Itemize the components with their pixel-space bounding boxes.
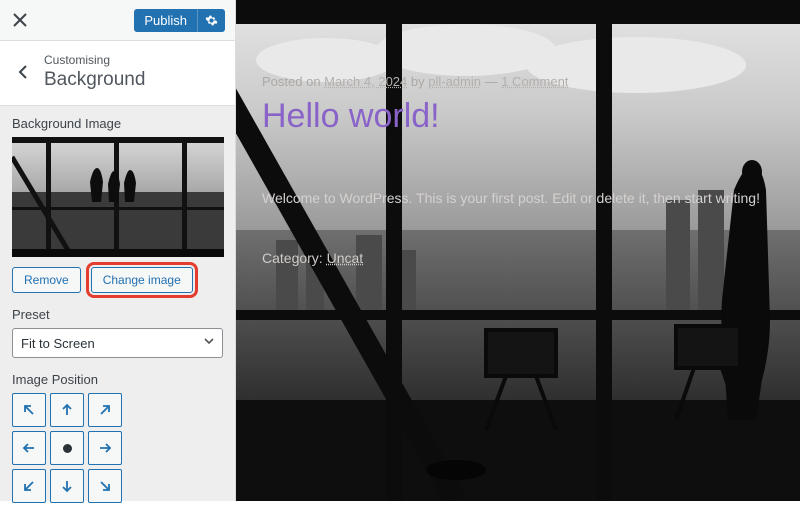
pos-top-left[interactable]	[12, 393, 46, 427]
arrow-right-icon	[97, 440, 113, 456]
close-button[interactable]	[8, 8, 32, 32]
arrow-up-icon	[59, 402, 75, 418]
meta-comments-link[interactable]: 1 Comment	[501, 74, 568, 89]
position-grid	[12, 393, 223, 503]
post-meta: Posted on March 4, 2024 by pll-admin — 1…	[262, 74, 780, 89]
post-content: Posted on March 4, 2024 by pll-admin — 1…	[262, 74, 780, 266]
pos-bottom-right[interactable]	[88, 469, 122, 503]
pos-left[interactable]	[12, 431, 46, 465]
publish-button[interactable]: Publish	[134, 9, 197, 32]
arrow-down-right-icon	[97, 478, 113, 494]
post-title[interactable]: Hello world!	[262, 97, 780, 136]
arrow-down-left-icon	[21, 478, 37, 494]
sidebar-topbar: Publish	[0, 0, 235, 41]
breadcrumb-small: Customising	[44, 53, 145, 67]
meta-prefix: Posted on	[262, 74, 324, 89]
back-button[interactable]	[14, 63, 32, 81]
bg-image-buttons: Remove Change image	[12, 267, 223, 293]
section-image-position: Image Position	[0, 362, 235, 507]
page-title: Background	[44, 69, 145, 91]
customizer-sidebar: Publish Customising Background Backgroun…	[0, 0, 236, 501]
bg-image-thumbnail[interactable]	[12, 137, 224, 257]
preset-label: Preset	[12, 307, 223, 322]
close-icon	[13, 13, 27, 27]
pos-center[interactable]	[50, 431, 84, 465]
cat-link[interactable]: Uncat	[327, 250, 364, 266]
breadcrumb-row: Customising Background	[0, 41, 235, 106]
breadcrumb: Customising Background	[44, 53, 145, 91]
arrow-up-left-icon	[21, 402, 37, 418]
meta-author-link[interactable]: pll-admin	[428, 74, 481, 89]
chevron-left-icon	[18, 65, 28, 79]
change-image-highlight: Change image	[91, 267, 193, 293]
bg-image-label: Background Image	[12, 116, 223, 131]
image-position-label: Image Position	[12, 372, 223, 387]
preset-select[interactable]: Fit to Screen	[12, 328, 223, 358]
cat-label: Category:	[262, 250, 327, 266]
thumbnail-graphic	[12, 137, 224, 257]
post-body: Welcome to WordPress. This is your first…	[262, 190, 780, 206]
section-background-image: Background Image	[0, 106, 235, 297]
remove-button[interactable]: Remove	[12, 267, 81, 293]
pos-bottom[interactable]	[50, 469, 84, 503]
meta-by: by	[407, 74, 428, 89]
meta-date-link[interactable]: March 4, 2024	[324, 74, 407, 89]
gear-icon	[205, 14, 218, 27]
pos-top-right[interactable]	[88, 393, 122, 427]
change-image-button[interactable]: Change image	[91, 267, 193, 293]
arrow-left-icon	[21, 440, 37, 456]
pos-bottom-left[interactable]	[12, 469, 46, 503]
arrow-down-icon	[59, 478, 75, 494]
site-preview: Posted on March 4, 2024 by pll-admin — 1…	[236, 0, 800, 501]
section-preset: Preset Fit to Screen	[0, 297, 235, 362]
arrow-up-right-icon	[97, 402, 113, 418]
publish-group: Publish	[134, 9, 225, 32]
pos-right[interactable]	[88, 431, 122, 465]
pos-top[interactable]	[50, 393, 84, 427]
publish-settings-button[interactable]	[197, 9, 225, 32]
post-category: Category: Uncat	[262, 250, 780, 266]
meta-sep: —	[481, 74, 501, 89]
